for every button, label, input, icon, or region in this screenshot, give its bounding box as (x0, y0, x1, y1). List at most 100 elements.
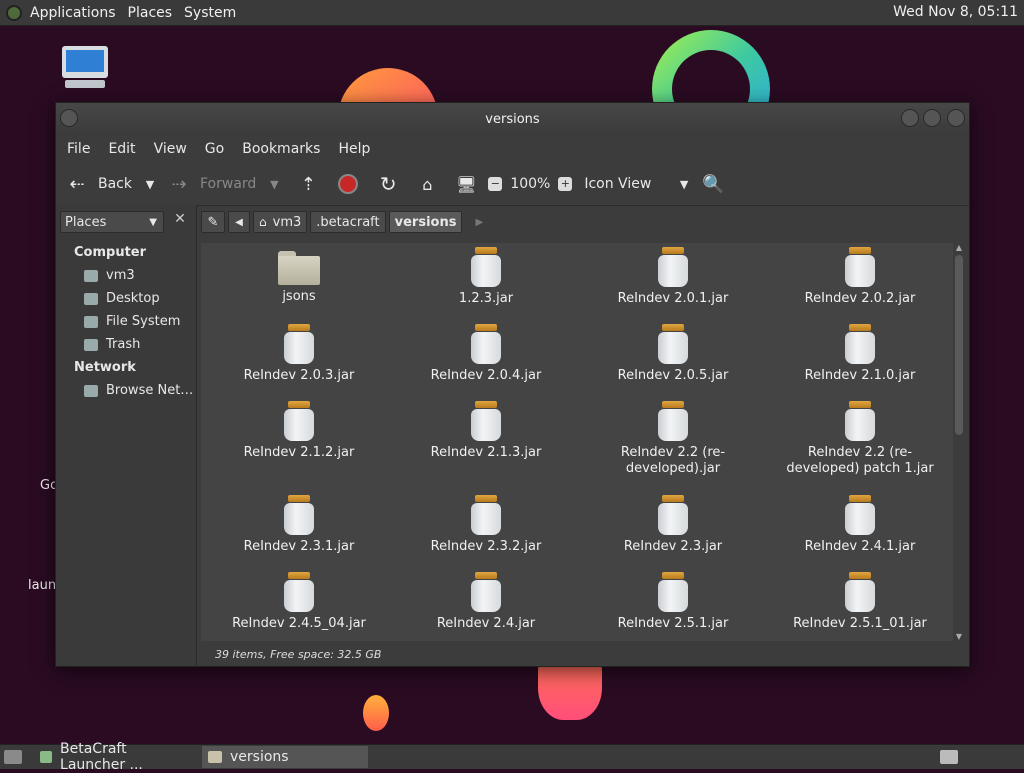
breadcrumb-versions[interactable]: versions (388, 211, 463, 233)
clock[interactable]: Wed Nov 8, 05:11 (893, 4, 1018, 20)
path-right-arrow-icon[interactable]: ▶ (475, 217, 483, 228)
search-icon[interactable]: 🔍 (702, 174, 724, 195)
menu-edit[interactable]: Edit (108, 141, 135, 157)
window-body: Places ▼ ✕ Computer vm3 Desktop File Sys… (56, 205, 969, 666)
zoom-out-icon[interactable]: − (488, 177, 503, 191)
up-arrow-icon[interactable]: ⇡ (296, 174, 320, 195)
file-name: ReIndev 2.0.2.jar (804, 291, 916, 306)
close-button[interactable] (947, 109, 965, 127)
forward-history-dropdown-icon[interactable]: ▼ (264, 178, 284, 191)
places-menu[interactable]: Places (128, 5, 173, 21)
file-item[interactable]: ReIndev 2.1.0.jar (772, 324, 948, 384)
jar-file-icon (845, 495, 875, 535)
workspace-switcher-icon[interactable] (940, 750, 958, 764)
file-name: ReIndev 2.5.1.jar (617, 616, 729, 631)
jar-file-icon (658, 324, 688, 364)
file-name: ReIndev 2.1.3.jar (430, 445, 542, 460)
file-item[interactable]: ReIndev 2.2 (re-developed) patch 1.jar (772, 401, 948, 477)
jar-file-icon (658, 572, 688, 612)
sidebar-item-vm3[interactable]: vm3 (84, 268, 135, 283)
file-icon-view[interactable]: jsons 1.2.3.jar ReIndev 2.0.1.jar ReIndev 2… (201, 243, 953, 641)
file-item[interactable]: ReIndev 2.3.2.jar (398, 495, 574, 555)
task-label: versions (230, 749, 289, 765)
back-button[interactable]: ⇠ Back (66, 174, 132, 195)
computer-desktop-icon[interactable] (62, 46, 112, 90)
task-betacraft[interactable]: BetaCraft Launcher ... (34, 741, 198, 773)
menu-file[interactable]: File (67, 141, 90, 157)
reload-icon[interactable]: ↻ (376, 172, 400, 196)
file-name: ReIndev 2.0.5.jar (617, 368, 729, 383)
home-icon[interactable]: ⌂ (416, 175, 438, 194)
scroll-down-icon[interactable]: ▼ (954, 632, 964, 641)
window-titlebar[interactable]: versions (56, 103, 969, 135)
file-item[interactable]: ReIndev 2.0.4.jar (398, 324, 574, 384)
folder-item[interactable]: jsons (211, 247, 387, 305)
edit-location-icon[interactable]: ✎ (201, 211, 225, 233)
scroll-up-icon[interactable]: ▲ (954, 243, 964, 252)
sidebar-item-browse-network[interactable]: Browse Net… (84, 383, 193, 398)
toolbar: ⇠ Back ▼ ⇢ Forward ▼ ⇡ ↻ ⌂ 🖥 − 100% + Ic… (56, 163, 969, 206)
file-item[interactable]: 1.2.3.jar (398, 247, 574, 307)
file-item[interactable]: ReIndev 2.4.5_04.jar (211, 572, 387, 632)
file-item[interactable]: ReIndev 2.0.3.jar (211, 324, 387, 384)
file-item[interactable]: ReIndev 2.0.1.jar (585, 247, 761, 307)
close-sidebar-icon[interactable]: ✕ (170, 211, 190, 231)
computer-icon[interactable]: 🖥 (454, 175, 478, 194)
file-item[interactable]: ReIndev 2.2 (re-developed).jar (585, 401, 761, 477)
jar-file-icon (471, 247, 501, 287)
jar-file-icon (658, 401, 688, 441)
sidebar-heading-network: Network (74, 360, 136, 375)
file-item[interactable]: ReIndev 2.1.3.jar (398, 401, 574, 461)
menu-view[interactable]: View (154, 141, 187, 157)
file-item[interactable]: ReIndev 2.4.1.jar (772, 495, 948, 555)
file-item[interactable]: ReIndev 2.4.jar (398, 572, 574, 632)
jar-file-icon (471, 401, 501, 441)
sidebar-item-label: File System (106, 314, 181, 329)
sidebar-item-desktop[interactable]: Desktop (84, 291, 160, 306)
file-name: ReIndev 2.0.1.jar (617, 291, 729, 306)
file-item[interactable]: ReIndev 2.3.1.jar (211, 495, 387, 555)
jar-file-icon (284, 495, 314, 535)
menu-help[interactable]: Help (338, 141, 370, 157)
mate-logo-icon[interactable] (6, 4, 22, 21)
file-item[interactable]: ReIndev 2.0.2.jar (772, 247, 948, 307)
file-name: ReIndev 2.4.jar (436, 616, 536, 631)
sidebar-item-trash[interactable]: Trash (84, 337, 140, 352)
jar-file-icon (284, 572, 314, 612)
back-history-dropdown-icon[interactable]: ▼ (140, 178, 160, 191)
sidebar-item-filesystem[interactable]: File System (84, 314, 180, 329)
jar-file-icon (658, 495, 688, 535)
scrollbar-thumb[interactable] (955, 255, 963, 435)
file-item[interactable]: ReIndev 2.5.1_01.jar (772, 572, 948, 632)
stop-icon[interactable] (338, 174, 359, 194)
breadcrumb-vm3[interactable]: ⌂ vm3 (253, 211, 308, 233)
vertical-scrollbar[interactable]: ▲ ▼ (954, 243, 964, 641)
forward-button[interactable]: ⇢ Forward (168, 174, 256, 195)
system-menu[interactable]: System (184, 5, 236, 21)
file-item[interactable]: ReIndev 2.5.1.jar (585, 572, 761, 632)
jar-file-icon (845, 572, 875, 612)
file-item[interactable]: ReIndev 2.0.5.jar (585, 324, 761, 384)
file-name: ReIndev 2.3.2.jar (430, 539, 542, 554)
sidebar-type-select[interactable]: Places ▼ (60, 211, 164, 233)
file-item[interactable]: ReIndev 2.3.jar (585, 495, 761, 555)
sidebar-item-label: Browse Net… (106, 383, 194, 398)
file-item[interactable]: ReIndev 2.1.2.jar (211, 401, 387, 461)
maximize-button[interactable] (923, 109, 941, 127)
menu-bookmarks[interactable]: Bookmarks (242, 141, 320, 157)
sidebar-heading-computer: Computer (74, 245, 147, 260)
applications-menu[interactable]: Applications (30, 5, 116, 21)
breadcrumb-betacraft[interactable]: .betacraft (310, 211, 386, 233)
window-menu-button[interactable] (60, 109, 78, 127)
file-name: ReIndev 2.3.jar (623, 539, 723, 554)
zoom-in-icon[interactable]: + (558, 177, 573, 191)
minimize-button[interactable] (901, 109, 919, 127)
zoom-level[interactable]: 100% (510, 176, 550, 192)
task-versions[interactable]: versions (202, 746, 368, 768)
breadcrumb-label: .betacraft (316, 214, 380, 230)
view-mode-select[interactable]: Icon View ▼ (584, 176, 688, 192)
menu-go[interactable]: Go (205, 141, 224, 157)
desktop-label-launcher[interactable]: laun (28, 578, 56, 593)
path-left-arrow-icon[interactable]: ◀ (228, 211, 250, 233)
show-desktop-icon[interactable] (4, 750, 22, 764)
